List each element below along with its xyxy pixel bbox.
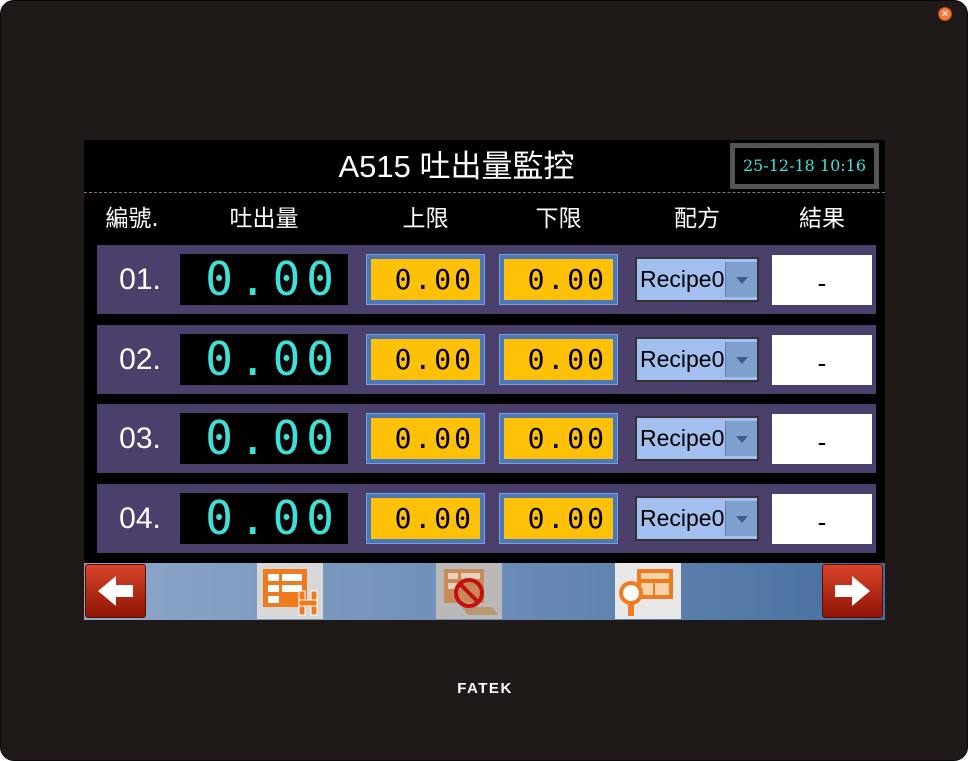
lower-limit-value: 0.00 [504, 259, 613, 300]
recipe-selected-value: Recipe0 [640, 425, 725, 451]
output-value-display: 0.00 [180, 493, 348, 544]
lower-limit-input[interactable]: 0.00 [499, 413, 618, 464]
upper-limit-input[interactable]: 0.00 [366, 254, 485, 305]
output-value-display: 0.00 [180, 334, 348, 385]
output-value-display: 0.00 [180, 413, 348, 464]
disable-table-button[interactable] [436, 563, 502, 619]
close-icon[interactable]: × [938, 7, 952, 21]
upper-limit-value: 0.00 [371, 259, 480, 300]
header-lower-limit: 下限 [535, 206, 582, 232]
lower-limit-input[interactable]: 0.00 [499, 254, 618, 305]
output-value-display: 0.00 [180, 254, 348, 305]
recipe-select[interactable]: Recipe0 [635, 257, 759, 302]
search-inspect-icon [619, 569, 673, 616]
edit-table-button[interactable] [257, 563, 323, 619]
result-display: - [772, 255, 872, 305]
result-display: - [772, 414, 872, 464]
datetime-text: 25-12-18 10:16 [735, 148, 874, 184]
header-no: 編號. [105, 206, 159, 232]
recipe-select[interactable]: Recipe0 [635, 496, 759, 541]
arrow-left-icon [98, 576, 133, 606]
lower-limit-input[interactable]: 0.00 [499, 493, 618, 544]
upper-limit-input[interactable]: 0.00 [366, 493, 485, 544]
recipe-selected-value: Recipe0 [640, 505, 725, 531]
previous-page-button[interactable] [85, 564, 146, 618]
recipe-select[interactable]: Recipe0 [635, 416, 759, 461]
table-edit-icon [263, 569, 318, 616]
table-row: 03. 0.00 0.00 0.00 Recipe0 - [97, 404, 876, 473]
header-upper-limit: 上限 [402, 206, 449, 232]
row-number: 03. [119, 422, 161, 455]
arrow-right-icon [835, 576, 870, 606]
row-number: 04. [119, 502, 161, 535]
recipe-selected-value: Recipe0 [640, 266, 725, 292]
upper-limit-input[interactable]: 0.00 [366, 413, 485, 464]
table-row: 04. 0.00 0.00 0.00 Recipe0 - [97, 484, 876, 553]
lower-limit-value: 0.00 [504, 339, 613, 380]
upper-limit-value: 0.00 [371, 498, 480, 539]
result-display: - [772, 494, 872, 544]
title-bar: A515 吐出量監控 25-12-18 10:16 [84, 140, 885, 193]
header-result: 結果 [799, 206, 845, 232]
row-number: 02. [119, 343, 161, 376]
table-disabled-icon [444, 569, 498, 615]
recipe-selected-value: Recipe0 [640, 346, 725, 372]
header-output: 吐出量 [229, 206, 299, 232]
chevron-down-icon[interactable] [725, 421, 757, 456]
lower-limit-value: 0.00 [504, 418, 613, 459]
chevron-down-icon[interactable] [725, 342, 757, 377]
upper-limit-input[interactable]: 0.00 [366, 334, 485, 385]
chevron-down-icon[interactable] [725, 501, 757, 536]
hmi-screen: A515 吐出量監控 25-12-18 10:16 編號. 吐出量 上限 下限 … [84, 140, 885, 620]
row-number: 01. [119, 263, 161, 296]
next-page-button[interactable] [822, 564, 883, 618]
chevron-down-icon[interactable] [725, 262, 757, 297]
lower-limit-value: 0.00 [504, 498, 613, 539]
table-row: 02. 0.00 0.00 0.00 Recipe0 - [97, 325, 876, 394]
bottom-nav-bar [84, 563, 885, 620]
upper-limit-value: 0.00 [371, 418, 480, 459]
brand-logo: FATEK [457, 680, 513, 697]
recipe-select[interactable]: Recipe0 [635, 337, 759, 382]
inspect-button[interactable] [615, 563, 681, 619]
datetime-display: 25-12-18 10:16 [730, 143, 879, 189]
upper-limit-value: 0.00 [371, 339, 480, 380]
result-display: - [772, 335, 872, 385]
lower-limit-input[interactable]: 0.00 [499, 334, 618, 385]
header-recipe: 配方 [674, 206, 720, 232]
table-row: 01. 0.00 0.00 0.00 Recipe0 - [97, 245, 876, 314]
page-title: A515 吐出量監控 [338, 149, 575, 184]
